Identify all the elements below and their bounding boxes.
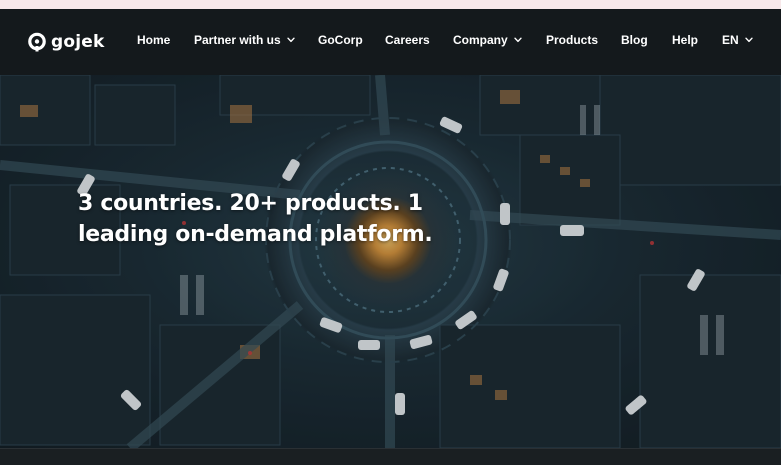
nav-partner-label: Partner with us xyxy=(194,33,281,47)
nav-products[interactable]: Products xyxy=(546,33,598,47)
nav-careers[interactable]: Careers xyxy=(385,33,430,47)
hero-headline-line1: 3 countries. 20+ products. 1 xyxy=(78,191,423,216)
nav-help[interactable]: Help xyxy=(672,33,698,47)
nav-careers-label: Careers xyxy=(385,33,430,47)
gojek-logo-icon xyxy=(27,32,47,52)
nav-products-label: Products xyxy=(546,33,599,47)
nav-gocorp[interactable]: GoCorp xyxy=(318,33,363,47)
hero-banner: 3 countries. 20+ products. 1 leading on-… xyxy=(0,75,781,448)
language-label: EN xyxy=(722,33,739,47)
nav-partner-with-us[interactable]: Partner with us xyxy=(194,33,295,47)
nav-blog[interactable]: Blog xyxy=(621,33,648,47)
bottom-bar xyxy=(0,448,781,465)
navbar: gojek Home Partner with us GoCorp Career… xyxy=(0,9,781,75)
nav-help-label: Help xyxy=(672,33,699,47)
hero-city-image xyxy=(0,75,781,448)
brand-name: gojek xyxy=(51,32,105,52)
chevron-down-icon xyxy=(513,37,522,43)
nav-company-label: Company xyxy=(453,33,508,47)
gojek-logo[interactable]: gojek xyxy=(27,32,105,52)
nav-home[interactable]: Home xyxy=(137,33,170,47)
nav-gocorp-label: GoCorp xyxy=(318,33,363,47)
nav-home-label: Home xyxy=(137,33,171,47)
chevron-down-icon xyxy=(286,37,295,43)
chevron-down-icon xyxy=(744,37,753,43)
language-selector[interactable]: EN xyxy=(722,33,753,47)
hero-headline: 3 countries. 20+ products. 1 leading on-… xyxy=(78,188,458,250)
hero-headline-line2: leading on-demand platform. xyxy=(78,222,433,247)
nav-blog-label: Blog xyxy=(621,33,648,47)
top-strip xyxy=(0,0,781,9)
nav-company[interactable]: Company xyxy=(453,33,522,47)
